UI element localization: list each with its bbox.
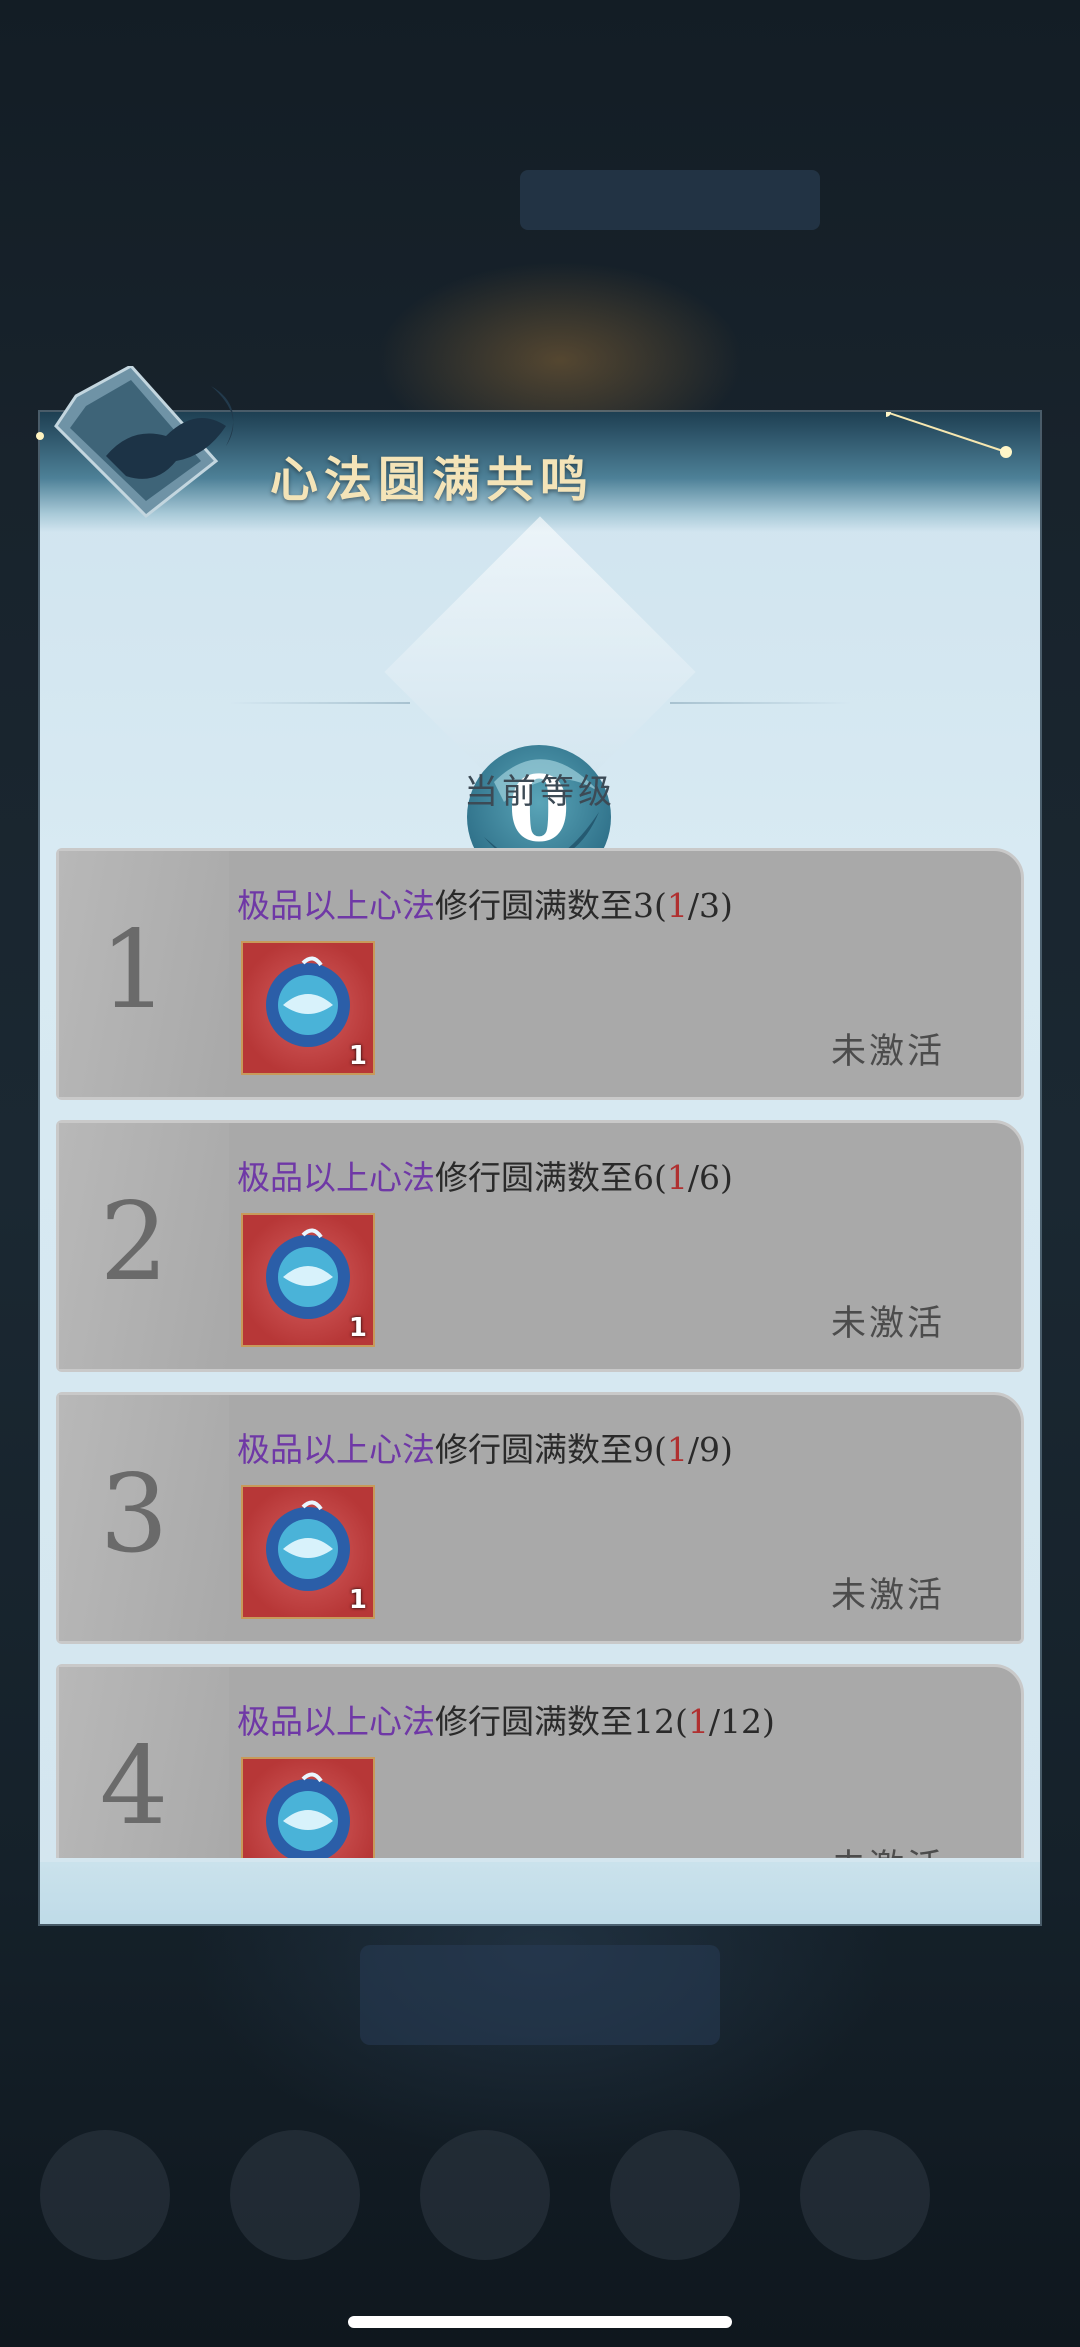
tier-number: 4 [99, 1724, 169, 1849]
reward-count: 1 [348, 1585, 367, 1615]
tier-requirement: 极品以上心法修行圆满数至9(1/9) [237, 1430, 733, 1469]
reward-count: 1 [348, 1041, 367, 1071]
orb-reward-icon[interactable]: 1 [241, 1213, 375, 1347]
orb-reward-icon[interactable]: 1 [241, 1485, 375, 1619]
tier-requirement: 极品以上心法修行圆满数至3(1/3) [237, 886, 733, 925]
right-divider [670, 702, 850, 704]
orb-reward-icon[interactable]: 1 [241, 941, 375, 1075]
fox-emblem-icon [36, 366, 234, 519]
tier-status: 未激活 [830, 1304, 945, 1344]
constellation-decoration-icon [886, 412, 1012, 458]
tier-status: 未激活 [831, 1839, 945, 1858]
home-indicator[interactable] [348, 2316, 732, 2328]
tier-requirement: 极品以上心法修行圆满数至6(1/6) [237, 1158, 733, 1197]
tier-number: 2 [99, 1180, 169, 1305]
tier-card-2[interactable]: 2 极品以上心法修行圆满数至6(1/6) 1 未激活 [56, 1120, 1024, 1372]
reward-count: 1 [348, 1313, 367, 1343]
dialog-title: 心法圆满共鸣 [270, 452, 595, 508]
tier-requirement: 极品以上心法修行圆满数至12(1/12) [237, 1702, 775, 1741]
tier-status: 未激活 [830, 1032, 945, 1072]
dialog-bottom-edge [40, 1862, 1040, 1924]
tier-number: 3 [99, 1452, 169, 1577]
tier-status: 未激活 [830, 1576, 945, 1616]
background-bottom-nav [0, 2110, 1080, 2310]
tier-card-1[interactable]: 1 极品以上心法修行圆满数至3(1/3) 1 未激活 [56, 848, 1024, 1100]
current-level-label: 当前等级 [464, 772, 616, 812]
background-tab-bar [520, 170, 820, 230]
orb-reward-icon[interactable]: 1 [241, 1757, 375, 1858]
left-divider [230, 702, 410, 704]
tier-card-3[interactable]: 3 极品以上心法修行圆满数至9(1/9) 1 未激活 [56, 1392, 1024, 1644]
background-button [360, 1945, 720, 2045]
tier-list[interactable]: 1 极品以上心法修行圆满数至3(1/3) 1 未激活 2 极品以上心法修行圆满数… [56, 848, 1024, 1858]
tier-card-4[interactable]: 4 极品以上心法修行圆满数至12(1/12) 1 未激活 [56, 1664, 1024, 1858]
tier-number: 1 [99, 908, 169, 1033]
reward-count: 1 [349, 1857, 367, 1858]
